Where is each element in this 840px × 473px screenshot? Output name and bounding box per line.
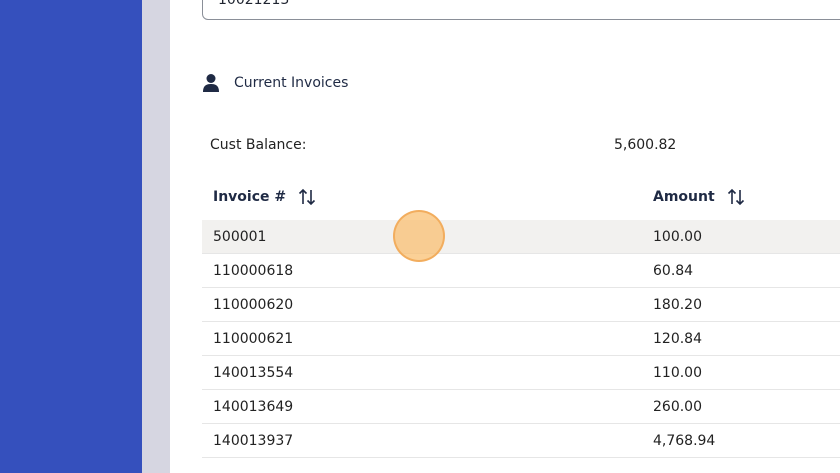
table-row[interactable]: 140013649 260.00	[202, 390, 840, 424]
table-row[interactable]: 110000618 60.84	[202, 254, 840, 288]
amount-cell: 260.00	[653, 399, 702, 415]
sidebar	[0, 0, 142, 473]
invoice-table-body: 500001 100.00 110000618 60.84 110000620 …	[202, 220, 840, 458]
invoice-number-cell: 110000618	[213, 263, 294, 279]
amount-cell: 4,768.94	[653, 433, 716, 449]
section-title: Current Invoices	[234, 75, 349, 91]
section-header: Current Invoices	[203, 73, 348, 93]
cust-balance-label: Cust Balance:	[210, 137, 307, 153]
amount-cell: 60.84	[653, 263, 694, 279]
customer-id-input[interactable]	[202, 0, 840, 20]
amount-cell: 180.20	[653, 297, 702, 313]
table-row[interactable]: 110000621 120.84	[202, 322, 840, 356]
invoice-number-cell: 140013649	[213, 399, 294, 415]
column-header-amount-label: Amount	[653, 189, 715, 205]
table-row[interactable]: 140013554 110.00	[202, 356, 840, 390]
table-row[interactable]: 500001 100.00	[202, 220, 840, 254]
amount-cell: 120.84	[653, 331, 702, 347]
invoice-number-cell: 140013554	[213, 365, 294, 381]
amount-cell: 100.00	[653, 229, 702, 245]
invoice-number-cell: 140013937	[213, 433, 294, 449]
table-row[interactable]: 140013937 4,768.94	[202, 424, 840, 458]
table-header: Invoice # Amount	[202, 180, 840, 216]
invoice-number-cell: 500001	[213, 229, 267, 245]
cust-balance-value: 5,600.82	[614, 137, 677, 153]
sort-arrows-icon[interactable]	[727, 188, 745, 206]
invoice-number-cell: 110000621	[213, 331, 294, 347]
person-icon	[203, 73, 219, 93]
main-content: Current Invoices Cust Balance: 5,600.82 …	[170, 0, 840, 473]
invoice-number-cell: 110000620	[213, 297, 294, 313]
column-header-invoice[interactable]: Invoice #	[213, 188, 316, 206]
sidebar-gutter	[142, 0, 170, 473]
table-row[interactable]: 110000620 180.20	[202, 288, 840, 322]
column-header-invoice-label: Invoice #	[213, 189, 287, 205]
amount-cell: 110.00	[653, 365, 702, 381]
column-header-amount[interactable]: Amount	[653, 188, 745, 206]
sort-arrows-icon[interactable]	[298, 188, 316, 206]
